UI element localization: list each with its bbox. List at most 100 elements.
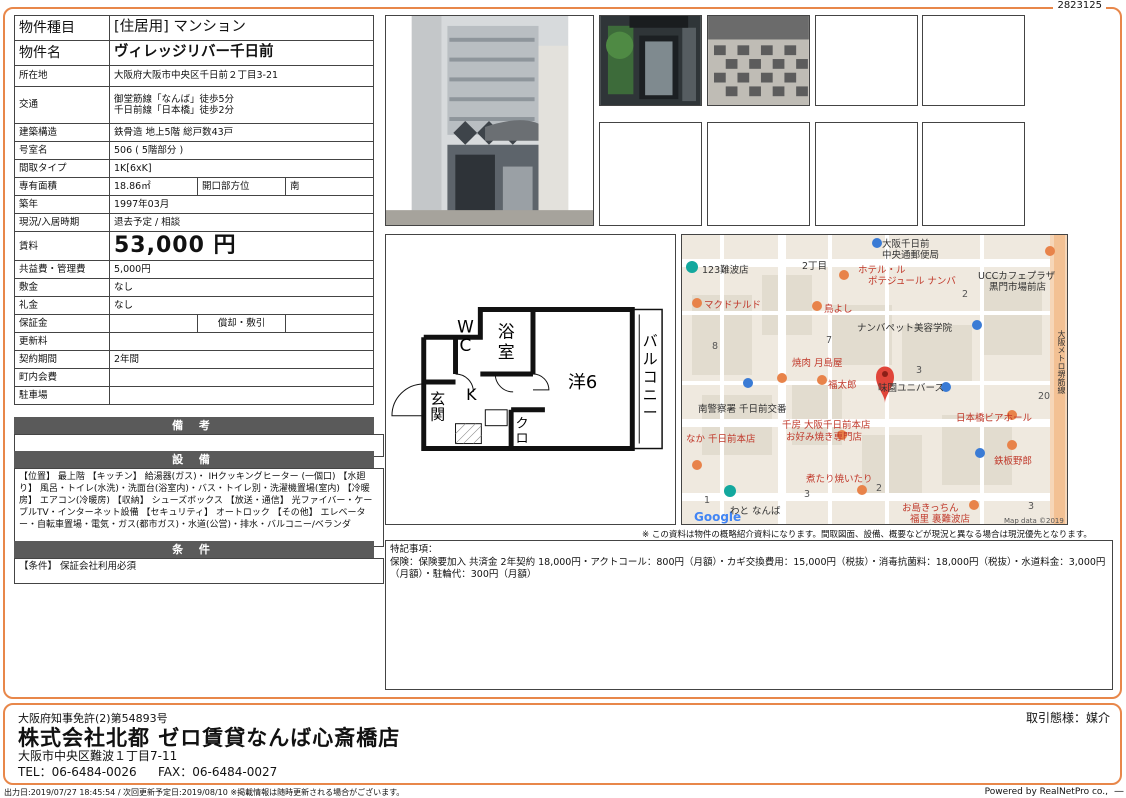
map-number-6: 3: [804, 489, 811, 500]
transaction-type: 取引態様：媒介: [1025, 711, 1110, 725]
map-label-22: 福里 裏難波店: [910, 514, 971, 525]
area-label: 専有面積: [14, 177, 110, 196]
row-transit: 交通 御堂筋線「なんば」徒歩5分 千日前線「日本橋」徒歩2分: [14, 86, 374, 124]
bath-label-1: 浴: [498, 321, 515, 341]
map-number-8: 1: [704, 495, 711, 506]
empty-photo-slot-1: [815, 15, 918, 106]
layout-value: 1K[6xK]: [109, 159, 374, 178]
room-no-value: 506 ( 5階部分 ): [109, 141, 374, 160]
disclaimer-note: ※ この資料は物件の概略紹介資料になります。間取図面、設備、概要などが現況と異な…: [642, 530, 1092, 540]
facilities-box: 【位置】 最上階 【キッチン】 給湯器(ガス)・ IHクッキングヒーター (一個…: [14, 468, 384, 547]
balcony-label-2: ル: [643, 350, 658, 368]
conditions-box: 【条件】 保証会社利用必須: [14, 558, 384, 584]
address-value: 大阪府大阪市中央区千日前２丁目3-21: [109, 65, 374, 87]
map-number-3: 3: [916, 365, 923, 376]
map-number-1: 7: [826, 335, 833, 346]
room-label: 洋6: [568, 372, 597, 393]
address-label: 所在地: [14, 65, 110, 87]
closet-label-2: ロ: [516, 432, 529, 447]
key-money-value: なし: [109, 296, 374, 316]
location-map[interactable]: Google Map data ©2019 大阪千日前 中央通郵便局 123難波…: [681, 234, 1068, 525]
map-label-1: 中央通郵便局: [882, 250, 940, 261]
transit-line-2: 千日前線「日本橋」徒歩2分: [114, 105, 235, 116]
row-layout: 間取タイプ 1K[6xK]: [14, 159, 374, 178]
map-label-5: ポテジュール ナンバ: [868, 276, 956, 287]
structure-value: 鉄骨造 地上5階 総戸数43戸: [109, 123, 374, 142]
common-fee-value: 5,000円: [109, 260, 374, 280]
wc-label-2: C: [460, 335, 472, 355]
empty-photo-slot-2: [922, 15, 1025, 106]
building-photo[interactable]: [385, 15, 594, 226]
contract-label: 契約期間: [14, 350, 110, 370]
map-label-8: マクドナルド: [704, 300, 762, 311]
company-address: 大阪市中央区難波１丁目7-11: [18, 749, 178, 763]
layout-label: 間取タイプ: [14, 159, 110, 178]
map-label-2: 123難波店: [702, 265, 749, 276]
entrance-photo[interactable]: [599, 15, 702, 106]
map-label-12: 福太郎: [828, 380, 857, 391]
type-label: 物件種目: [14, 15, 110, 41]
map-label-7: 黒門市場前店: [989, 282, 1047, 293]
deposit-label: 敷金: [14, 278, 110, 298]
map-label-13: 味園ユニバース: [878, 383, 945, 394]
parking-label: 駐車場: [14, 386, 110, 406]
map-label-24: 大阪メトロ堺筋線: [1057, 330, 1066, 394]
row-community: 町内会費: [14, 368, 374, 388]
map-label-14: 日本橋ビアホール: [956, 413, 1033, 424]
map-label-11: 焼肉 月島屋: [792, 358, 843, 369]
guarantee-value: [109, 314, 198, 334]
deposit-value: なし: [109, 278, 374, 298]
rent-label: 賃料: [14, 230, 110, 262]
row-rent: 賃料 53,000 円: [14, 230, 374, 262]
map-label-20: 煮たり焼いたり: [806, 474, 873, 485]
map-label-18: なか 千日前本店: [686, 434, 756, 445]
parking-value: [109, 386, 374, 406]
row-common-fee: 共益費・管理費 5,000円: [14, 260, 374, 280]
floor-plan[interactable]: W C 浴 室 玄 関 K ク ロ 洋6 バ ル コ ニ ー: [385, 234, 676, 525]
reference-number: 2823125: [1053, 0, 1106, 11]
direction-label: 開口部方位: [197, 177, 286, 196]
kitchen-label: K: [466, 385, 477, 404]
closet-label-1: ク: [516, 417, 529, 432]
community-value: [109, 368, 374, 388]
floor-plan-drawing: W C 浴 室 玄 関 K ク ロ 洋6 バ ル コ ニ ー: [391, 307, 663, 452]
map-label-17: お好み焼き専門店: [786, 432, 863, 443]
map-label-9: 鳥よし: [824, 304, 853, 315]
built-label: 築年: [14, 195, 110, 214]
special-notes-text: 保険：保険要加入 共済金 2年契約 18,000円・アクトコール：800円（月額…: [390, 556, 1106, 581]
remarks-header: 備 考: [14, 417, 374, 434]
status-label: 現況/入居時期: [14, 213, 110, 232]
structure-label: 建築構造: [14, 123, 110, 142]
transit-line-1: 御堂筋線「なんば」徒歩5分: [114, 93, 235, 105]
common-fee-label: 共益費・管理費: [14, 260, 110, 280]
map-label-23: わと なんば: [730, 506, 781, 517]
company-fax: FAX：06-6484-0027: [158, 765, 278, 779]
special-notes-title: 特記事項：: [390, 544, 438, 555]
wc-label-1: W: [457, 316, 474, 336]
area-value: 18.86㎡: [109, 177, 198, 196]
map-number-7: 3: [1028, 501, 1035, 512]
map-data-credit: Map data ©2019: [1004, 517, 1064, 525]
output-info: 出力日:2019/07/27 18:45:54 / 次回更新予定日:2019/0…: [4, 788, 405, 797]
type-value: [住居用] マンション: [109, 15, 374, 41]
balcony-label-4: ニ: [643, 386, 658, 404]
direction-value: 南: [285, 177, 374, 196]
hallway-photo[interactable]: [707, 15, 810, 106]
key-money-label: 礼金: [14, 296, 110, 316]
entrance-image: [600, 16, 701, 105]
map-label-10: ナンバペット美容学院: [857, 323, 953, 334]
guarantee-label: 保証金: [14, 314, 110, 334]
row-structure: 建築構造 鉄骨造 地上5階 総戸数43戸: [14, 123, 374, 142]
special-notes: 特記事項： 保険：保険要加入 共済金 2年契約 18,000円・アクトコール：8…: [385, 540, 1113, 690]
row-deposit: 敷金 なし: [14, 278, 374, 298]
company-tel: TEL：06-6484-0026: [18, 765, 137, 779]
room-no-label: 号室名: [14, 141, 110, 160]
row-area: 専有面積 18.86㎡ 開口部方位 南: [14, 177, 374, 196]
balcony-label-3: コ: [643, 368, 658, 386]
built-value: 1997年03月: [109, 195, 374, 214]
property-table: 物件種目 [住居用] マンション 物件名 ヴィレッジリバー千日前 所在地 大阪府…: [14, 15, 374, 406]
map-label-3: 2丁目: [802, 261, 828, 272]
renewal-value: [109, 332, 374, 352]
row-name: 物件名 ヴィレッジリバー千日前: [14, 40, 374, 66]
empty-photo-slot-4: [707, 122, 810, 226]
